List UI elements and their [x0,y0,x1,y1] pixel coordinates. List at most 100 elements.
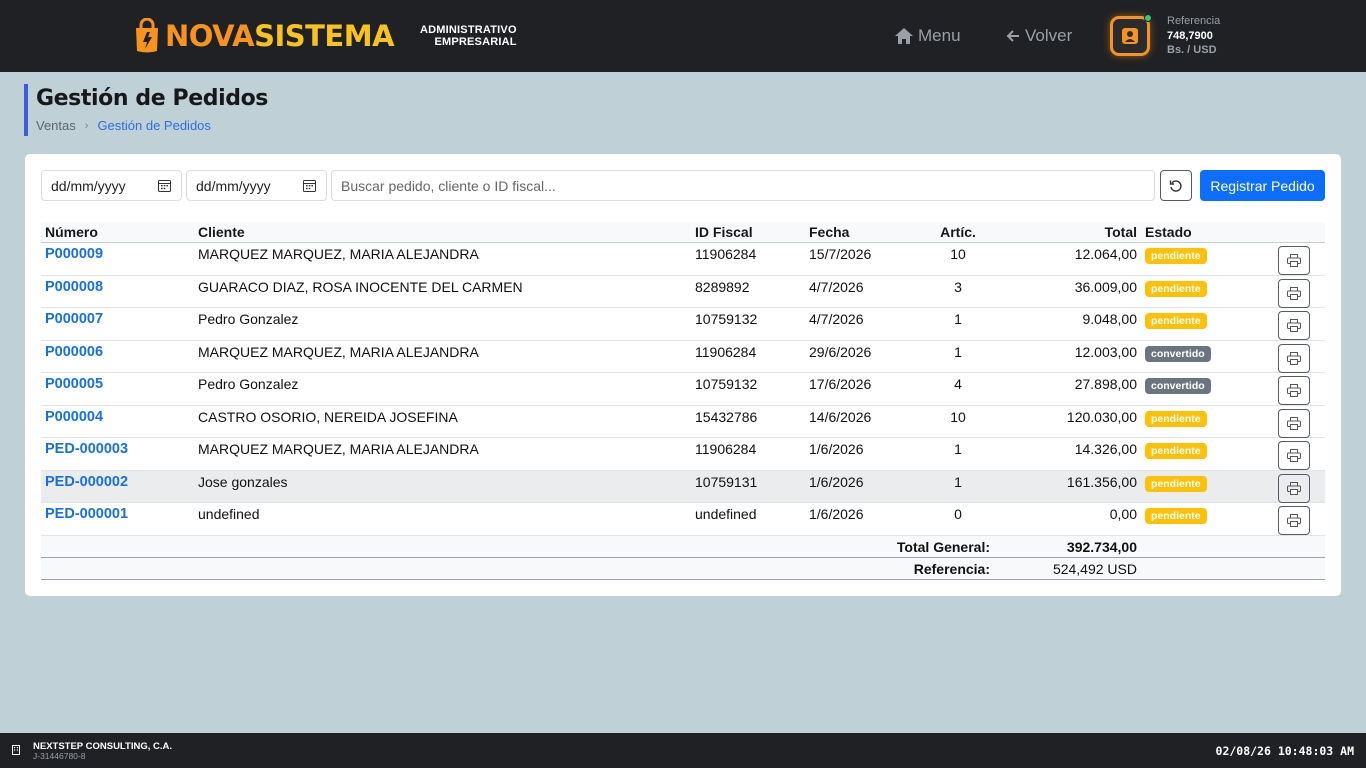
calendar-icon[interactable] [158,179,171,192]
table-row[interactable]: P000007 Pedro Gonzalez 10759132 4/7/2026 1 9.… [41,308,1325,341]
printer-icon [1287,416,1301,430]
order-total: 14.326,00 [1074,441,1137,457]
order-date: 15/7/2026 [809,246,872,262]
order-number-link[interactable]: P000004 [45,409,103,425]
printer-icon [1287,449,1301,462]
order-total: 27.898,00 [1074,376,1137,392]
order-number-link[interactable]: PED-000002 [45,474,128,490]
table-row[interactable]: PED-000001 undefined undefined 1/6/2026 0 0,0… [41,503,1325,536]
register-order-button[interactable]: Registrar Pedido [1200,170,1325,201]
datetime-clock: 02/08/26 10:48:03 AM [1215,744,1354,758]
client-name: GUARACO DIAZ, ROSA INOCENTE DEL CARMEN [198,278,523,295]
print-button[interactable] [1278,343,1310,373]
fiscal-id: 10759132 [695,376,758,392]
building-icon [12,745,20,755]
date-to-input[interactable]: dd/mm/yyyy [186,170,327,201]
shopping-bag-icon [136,18,158,53]
back-button-label: Volver [1025,26,1073,45]
status-cell: pendiente [1145,474,1207,492]
status-badge: pendiente [1145,248,1207,264]
exchange-rate-block: Referencia 748,7900 Bs. / USD [1167,14,1220,58]
refresh-icon [1169,179,1182,192]
page-title: Gestión de Pedidos [36,86,268,111]
status-cell: convertido [1145,344,1211,362]
status-badge: convertido [1145,378,1211,394]
orders-table: Número Cliente ID Fiscal Fecha Artíc. To… [41,222,1325,580]
print-button[interactable] [1278,311,1310,340]
calendar-icon[interactable] [303,179,316,192]
search-input[interactable]: Buscar pedido, cliente o ID fiscal... [331,170,1155,201]
chevron-right-icon: › [84,119,89,132]
order-number-link[interactable]: P000005 [45,376,103,392]
client-name: MARQUEZ MARQUEZ, MARIA ALEJANDRA [198,441,479,457]
order-number-link[interactable]: PED-000001 [45,506,128,522]
order-total: 12.003,00 [1074,343,1137,360]
menu-button[interactable]: Menu [894,25,961,47]
column-header-total[interactable]: Total [977,224,1137,240]
order-total: 0,00 [1109,506,1137,522]
logo-subtitle-line1: ADMINISTRATIVO [420,24,517,36]
exchange-rate-unit: Bs. / USD [1167,44,1217,56]
print-button[interactable] [1278,506,1310,535]
back-button[interactable]: Volver [1005,25,1072,47]
home-icon [895,28,913,44]
print-button[interactable] [1278,278,1310,308]
order-total: 9.048,00 [1082,311,1138,327]
user-avatar-button[interactable] [1110,14,1152,56]
column-header-estado[interactable]: Estado [1145,224,1192,240]
menu-button-label: Menu [918,26,961,45]
column-header-cliente[interactable]: Cliente [198,224,245,240]
print-button[interactable] [1278,376,1310,405]
column-header-id-fiscal[interactable]: ID Fiscal [695,224,753,240]
order-number-link[interactable]: P000009 [45,246,103,262]
online-status-dot [1144,14,1152,22]
breadcrumb-item-current: Gestión de Pedidos [97,118,211,133]
brand-logo[interactable]: NOVASISTEMA [133,16,395,56]
exchange-rate-label: Referencia [1167,15,1221,27]
fiscal-id: 11906284 [695,246,757,262]
order-date: 1/6/2026 [809,441,864,457]
order-date: 1/6/2026 [809,473,864,490]
fiscal-id: 8289892 [695,278,750,295]
table-row[interactable]: PED-000002 Jose gonzales 10759131 1/6/2026 1… [41,470,1325,503]
total-general-row: Total General: 392.734,00 [41,535,1325,558]
printer-icon [1287,319,1301,332]
reset-filters-button[interactable] [1160,170,1192,201]
user-icon [1122,28,1138,44]
print-button[interactable] [1278,408,1310,438]
date-from-input[interactable]: dd/mm/yyyy [41,170,182,201]
status-cell: pendiente [1145,506,1207,524]
order-number-link[interactable]: P000007 [45,311,103,327]
print-button[interactable] [1278,441,1310,470]
table-row[interactable]: PED-000003 MARQUEZ MARQUEZ, MARIA ALEJAND… [41,438,1325,471]
status-badge: pendiente [1145,313,1207,329]
order-number-link[interactable]: P000008 [45,279,103,295]
orders-card: dd/mm/yyyy dd/mm/yyyy Buscar pedido, cli… [25,154,1341,596]
status-cell: convertido [1145,376,1211,394]
printer-icon [1287,514,1301,527]
exchange-rate-value: 748,7900 [1167,29,1213,42]
order-number-link[interactable]: PED-000003 [45,441,128,457]
fiscal-id: 10759132 [695,311,758,327]
column-header-numero[interactable]: Número [45,224,98,240]
table-row[interactable]: P000004 CASTRO OSORIO, NEREIDA JOSEFINA 15… [41,406,1325,438]
table-row[interactable]: P000009 MARQUEZ MARQUEZ, MARIA ALEJANDRA 1… [41,243,1325,276]
order-number-link[interactable]: P000006 [45,344,103,360]
client-name: Pedro Gonzalez [198,311,299,327]
order-date: 4/7/2026 [809,311,864,327]
table-row[interactable]: P000006 MARQUEZ MARQUEZ, MARIA ALEJANDRA 1… [41,341,1325,373]
status-footer: NEXTSTEP CONSULTING, C.A. J-31446780-8 0… [0,733,1366,768]
print-button[interactable] [1278,246,1310,275]
printer-icon [1287,254,1301,267]
table-row[interactable]: P000005 Pedro Gonzalez 10759132 17/6/2026 4 2… [41,373,1325,406]
breadcrumb-item-ventas[interactable]: Ventas [36,118,76,133]
printer-icon [1287,351,1301,365]
company-rif: J-31446780-8 [33,751,86,761]
print-button[interactable] [1278,473,1310,503]
arrow-left-icon [1006,30,1019,42]
status-cell: pendiente [1145,279,1207,297]
status-badge: pendiente [1145,443,1207,459]
status-badge: pendiente [1145,475,1207,492]
table-row[interactable]: P000008 GUARACO DIAZ, ROSA INOCENTE DEL C… [41,276,1325,308]
column-header-fecha[interactable]: Fecha [809,224,849,240]
